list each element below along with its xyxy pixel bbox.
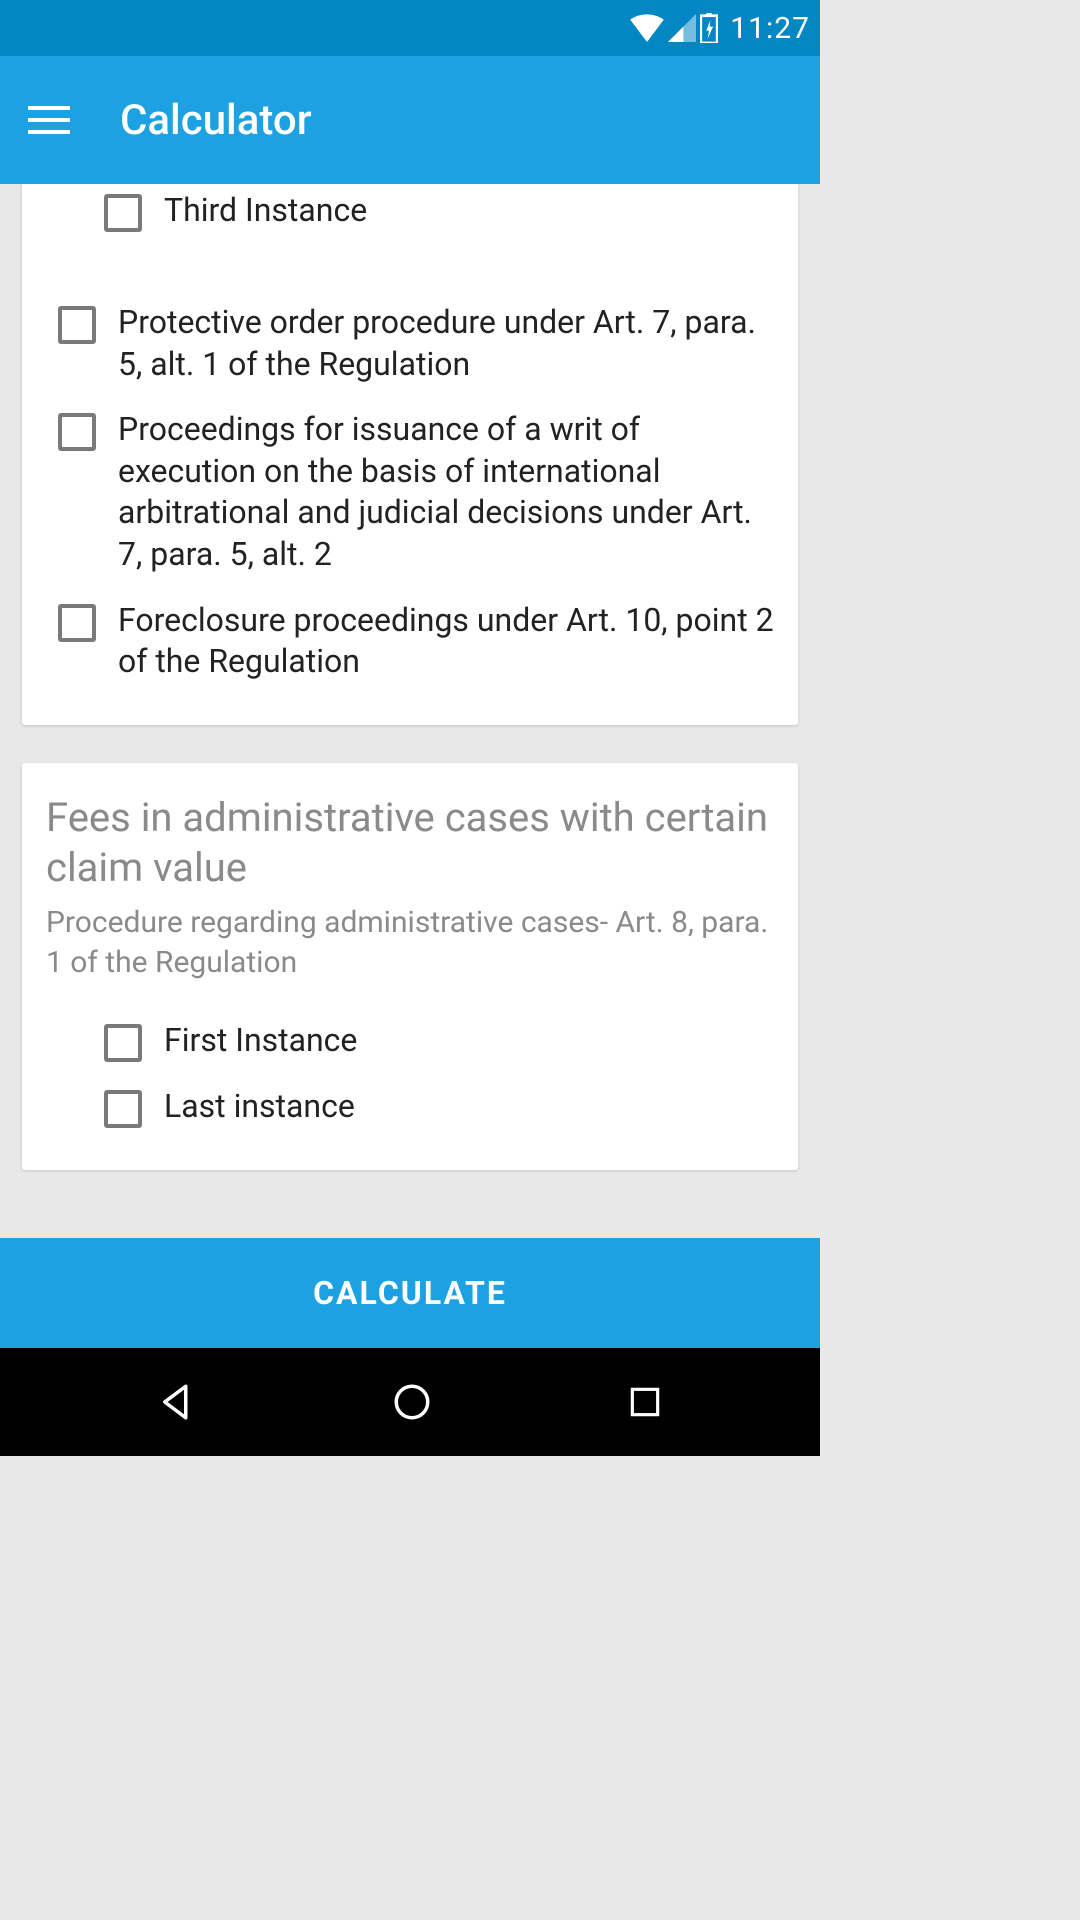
checkbox-label: First Instance bbox=[164, 1020, 357, 1062]
checkbox-row-first-instance[interactable]: First Instance bbox=[22, 1008, 798, 1074]
section-subtitle: Procedure regarding administrative cases… bbox=[22, 903, 798, 1008]
checkbox-row-foreclosure[interactable]: Foreclosure proceedings under Art. 10, p… bbox=[22, 588, 798, 695]
recents-icon[interactable] bbox=[626, 1383, 664, 1421]
cell-signal-icon bbox=[668, 14, 696, 42]
app-title: Calculator bbox=[120, 96, 312, 145]
checkbox-icon[interactable] bbox=[58, 413, 96, 451]
checkbox-label: Foreclosure proceedings under Art. 10, p… bbox=[118, 600, 774, 683]
android-status-bar: 11:27 bbox=[0, 0, 820, 56]
checkbox-row-third-instance[interactable]: Third Instance bbox=[22, 184, 798, 244]
checkbox-label: Proceedings for issuance of a writ of ex… bbox=[118, 409, 774, 575]
app-bar: Calculator bbox=[0, 56, 820, 184]
checkbox-icon[interactable] bbox=[104, 1024, 142, 1062]
checkbox-icon[interactable] bbox=[58, 604, 96, 642]
back-icon[interactable] bbox=[156, 1381, 198, 1423]
content-scroll[interactable]: Appeal Third Instance Protective order p… bbox=[0, 184, 820, 1238]
checkbox-label: Last instance bbox=[164, 1086, 355, 1128]
fees-card-1: Appeal Third Instance Protective order p… bbox=[22, 184, 798, 725]
checkbox-icon[interactable] bbox=[104, 1090, 142, 1128]
fees-card-admin: Fees in administrative cases with certai… bbox=[22, 763, 798, 1170]
menu-icon[interactable] bbox=[28, 98, 72, 142]
checkbox-icon[interactable] bbox=[104, 194, 142, 232]
checkbox-label: Third Instance bbox=[164, 190, 367, 232]
battery-charging-icon bbox=[700, 13, 718, 43]
status-time: 11:27 bbox=[730, 11, 810, 46]
status-icons: 11:27 bbox=[630, 11, 810, 46]
checkbox-row-protective-order[interactable]: Protective order procedure under Art. 7,… bbox=[22, 290, 798, 397]
checkbox-row-writ-execution[interactable]: Proceedings for issuance of a writ of ex… bbox=[22, 397, 798, 587]
wifi-icon bbox=[630, 14, 664, 42]
home-icon[interactable] bbox=[391, 1381, 433, 1423]
android-nav-bar bbox=[0, 1348, 820, 1456]
checkbox-icon[interactable] bbox=[58, 306, 96, 344]
calculate-button[interactable]: CALCULATE bbox=[0, 1238, 820, 1348]
checkbox-label: Protective order procedure under Art. 7,… bbox=[118, 302, 774, 385]
section-title: Fees in administrative cases with certai… bbox=[22, 763, 798, 903]
checkbox-row-last-instance[interactable]: Last instance bbox=[22, 1074, 798, 1140]
